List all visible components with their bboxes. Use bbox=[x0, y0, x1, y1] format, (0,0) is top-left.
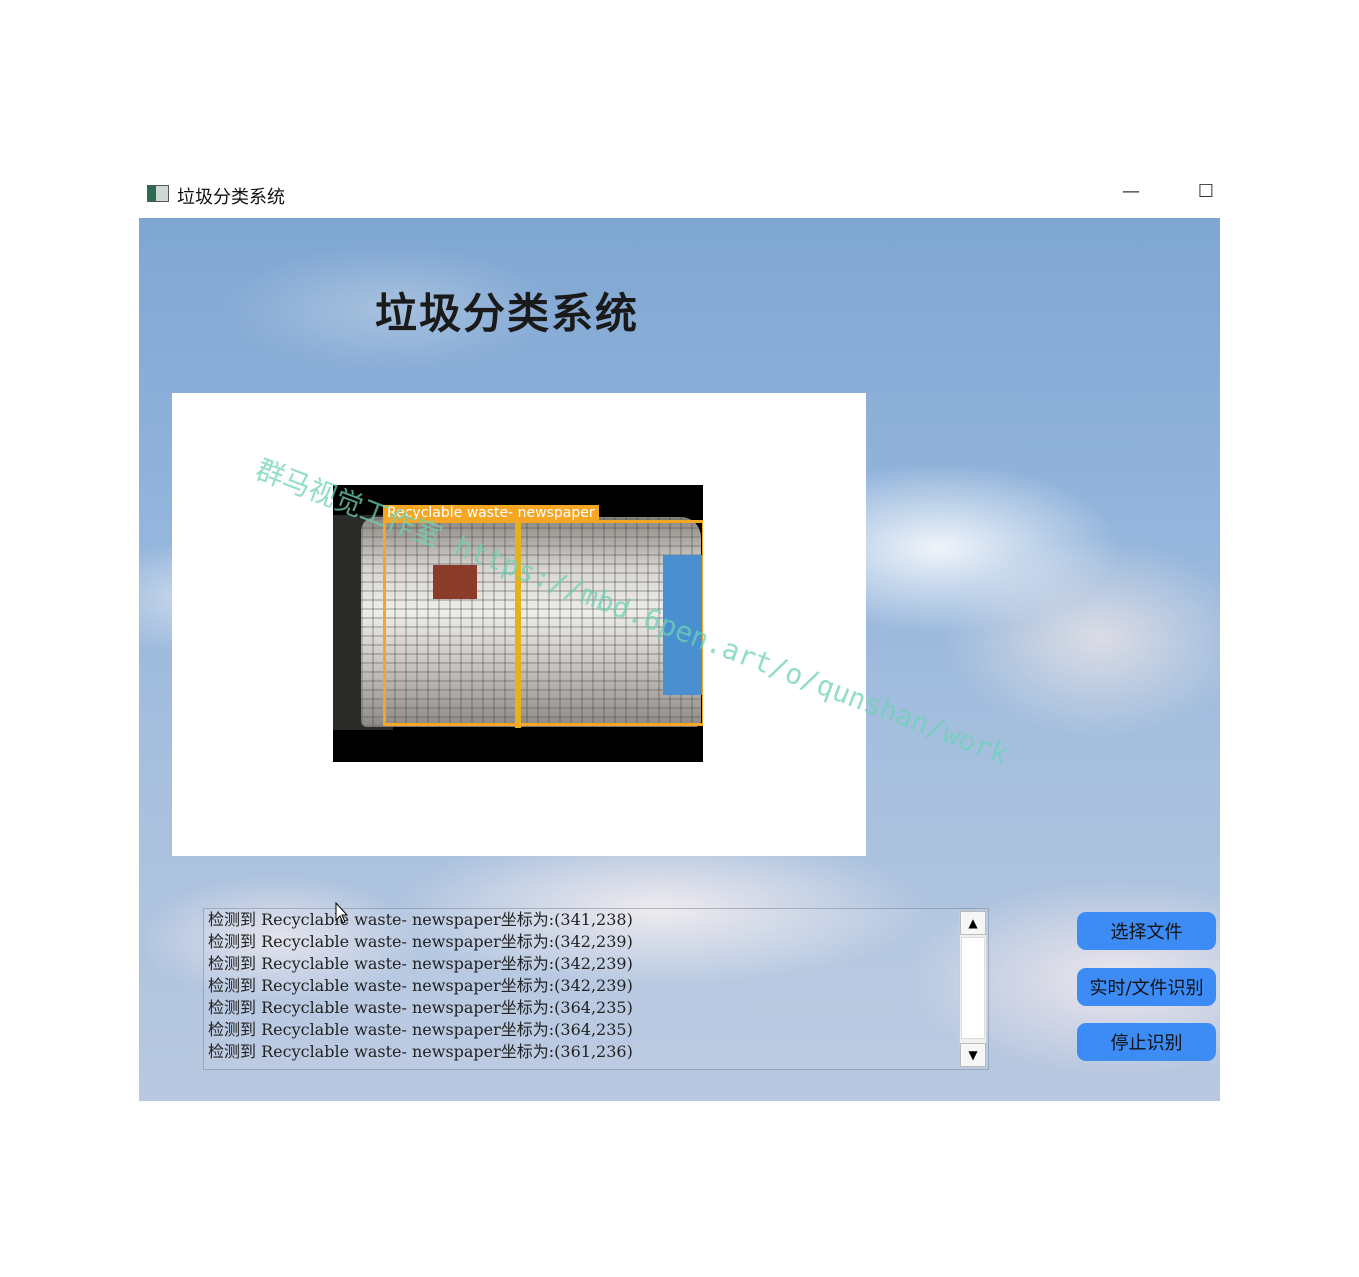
log-scrollbar[interactable]: ▲ ▼ bbox=[959, 911, 986, 1067]
app-client-area: 垃圾分类系统 Recyclable waste- newspaper 检测到 R… bbox=[139, 218, 1220, 1101]
log-line: 检测到 Recyclable waste- newspaper坐标为:(342,… bbox=[208, 976, 633, 995]
select-file-button[interactable]: 选择文件 bbox=[1077, 912, 1216, 950]
maximize-icon[interactable]: ☐ bbox=[1191, 181, 1221, 202]
window-titlebar: 垃圾分类系统 — ☐ bbox=[139, 175, 1220, 218]
minimize-icon[interactable]: — bbox=[1116, 181, 1146, 202]
page-title: 垃圾分类系统 bbox=[375, 289, 640, 338]
log-line: 检测到 Recyclable waste- newspaper坐标为:(364,… bbox=[208, 998, 633, 1017]
mouse-cursor-icon bbox=[335, 902, 349, 924]
detection-bounding-box bbox=[383, 520, 703, 726]
scrollbar-thumb[interactable] bbox=[961, 937, 985, 1039]
log-lines: 检测到 Recyclable waste- newspaper坐标为:(341,… bbox=[208, 909, 958, 1063]
window-title: 垃圾分类系统 bbox=[177, 187, 285, 208]
log-line: 检测到 Recyclable waste- newspaper坐标为:(342,… bbox=[208, 954, 633, 973]
scroll-up-icon[interactable]: ▲ bbox=[960, 911, 986, 935]
stop-detect-button[interactable]: 停止识别 bbox=[1077, 1023, 1216, 1061]
log-line: 检测到 Recyclable waste- newspaper坐标为:(342,… bbox=[208, 932, 633, 951]
detection-box-label: Recyclable waste- newspaper bbox=[383, 505, 599, 522]
realtime-file-detect-button[interactable]: 实时/文件识别 bbox=[1077, 968, 1216, 1006]
app-icon bbox=[147, 185, 169, 202]
log-line: 检测到 Recyclable waste- newspaper坐标为:(341,… bbox=[208, 910, 633, 929]
log-line: 检测到 Recyclable waste- newspaper坐标为:(364,… bbox=[208, 1020, 633, 1039]
detection-log-textarea[interactable]: 检测到 Recyclable waste- newspaper坐标为:(341,… bbox=[203, 908, 989, 1070]
scroll-down-icon[interactable]: ▼ bbox=[960, 1043, 986, 1067]
log-line: 检测到 Recyclable waste- newspaper坐标为:(361,… bbox=[208, 1042, 633, 1061]
image-display-panel: Recyclable waste- newspaper bbox=[172, 393, 866, 856]
detection-image: Recyclable waste- newspaper bbox=[333, 485, 703, 762]
